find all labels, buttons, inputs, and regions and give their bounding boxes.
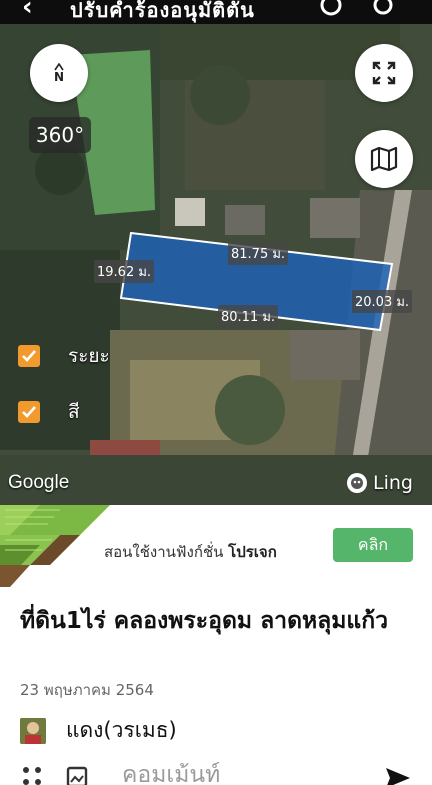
ling-logo-text: Ling bbox=[373, 472, 413, 494]
back-button[interactable]: ‹ bbox=[22, 0, 33, 22]
compass-label: N bbox=[53, 70, 65, 84]
map-view[interactable]: ‹ ปรับคำร้องอนุมัติตัน N 360° 81.75 ม. 1… bbox=[0, 0, 432, 505]
banner-text: สอนใช้งานฟังก์ชั่น โปรเจก bbox=[104, 540, 277, 564]
distance-label-bottom: 80.11 ม. bbox=[218, 305, 279, 328]
distance-label-top: 81.75 ม. bbox=[228, 242, 289, 265]
compass-button[interactable]: N bbox=[30, 44, 88, 102]
fullscreen-icon bbox=[372, 61, 396, 85]
farm-field-illustration bbox=[0, 505, 120, 587]
distance-checkbox[interactable] bbox=[18, 345, 40, 367]
map-type-button[interactable] bbox=[355, 130, 413, 188]
check-icon bbox=[22, 350, 36, 362]
more-options-icon[interactable] bbox=[22, 766, 46, 785]
distance-toggle-label: ระยะ bbox=[68, 345, 110, 367]
monkey-icon bbox=[347, 473, 367, 493]
share-icon[interactable] bbox=[320, 0, 342, 21]
color-checkbox[interactable] bbox=[18, 401, 40, 423]
ling-logo: Ling bbox=[347, 472, 413, 494]
more-icon[interactable] bbox=[372, 0, 394, 21]
distance-toggle[interactable]: ระยะ bbox=[18, 341, 110, 371]
header-title: ปรับคำร้องอนุมัติตัน bbox=[70, 0, 255, 22]
app-header: ‹ ปรับคำร้องอนุมัติตัน bbox=[0, 0, 432, 24]
color-toggle-label: สี bbox=[68, 401, 80, 423]
view-360-button[interactable]: 360° bbox=[29, 117, 91, 153]
map-icon bbox=[370, 146, 398, 172]
banner-text-prefix: สอนใช้งานฟังก์ชั่น bbox=[104, 543, 224, 561]
google-logo: Google bbox=[8, 472, 70, 493]
post-title: ที่ดิน1ไร่ คลองพระอุดม ลาดหลุมแก้ว bbox=[20, 608, 389, 634]
color-toggle[interactable]: สี bbox=[18, 397, 80, 427]
distance-label-right: 20.03 ม. bbox=[352, 290, 413, 313]
check-icon bbox=[22, 406, 36, 418]
comment-bar bbox=[0, 758, 432, 785]
author-name[interactable]: แดง(วรเมธ) bbox=[66, 714, 177, 747]
fullscreen-button[interactable] bbox=[355, 44, 413, 102]
avatar[interactable] bbox=[20, 717, 46, 744]
post-date: 23 พฤษภาคม 2564 bbox=[20, 681, 154, 699]
banner-text-bold: โปรเจก bbox=[228, 543, 277, 561]
banner-click-button[interactable]: คลิก bbox=[333, 528, 413, 562]
author-row[interactable]: แดง(วรเมธ) bbox=[20, 714, 177, 747]
comment-input[interactable] bbox=[122, 762, 362, 785]
distance-label-left: 19.62 ม. bbox=[94, 260, 155, 283]
image-icon[interactable] bbox=[66, 766, 90, 785]
send-icon[interactable] bbox=[384, 766, 412, 785]
